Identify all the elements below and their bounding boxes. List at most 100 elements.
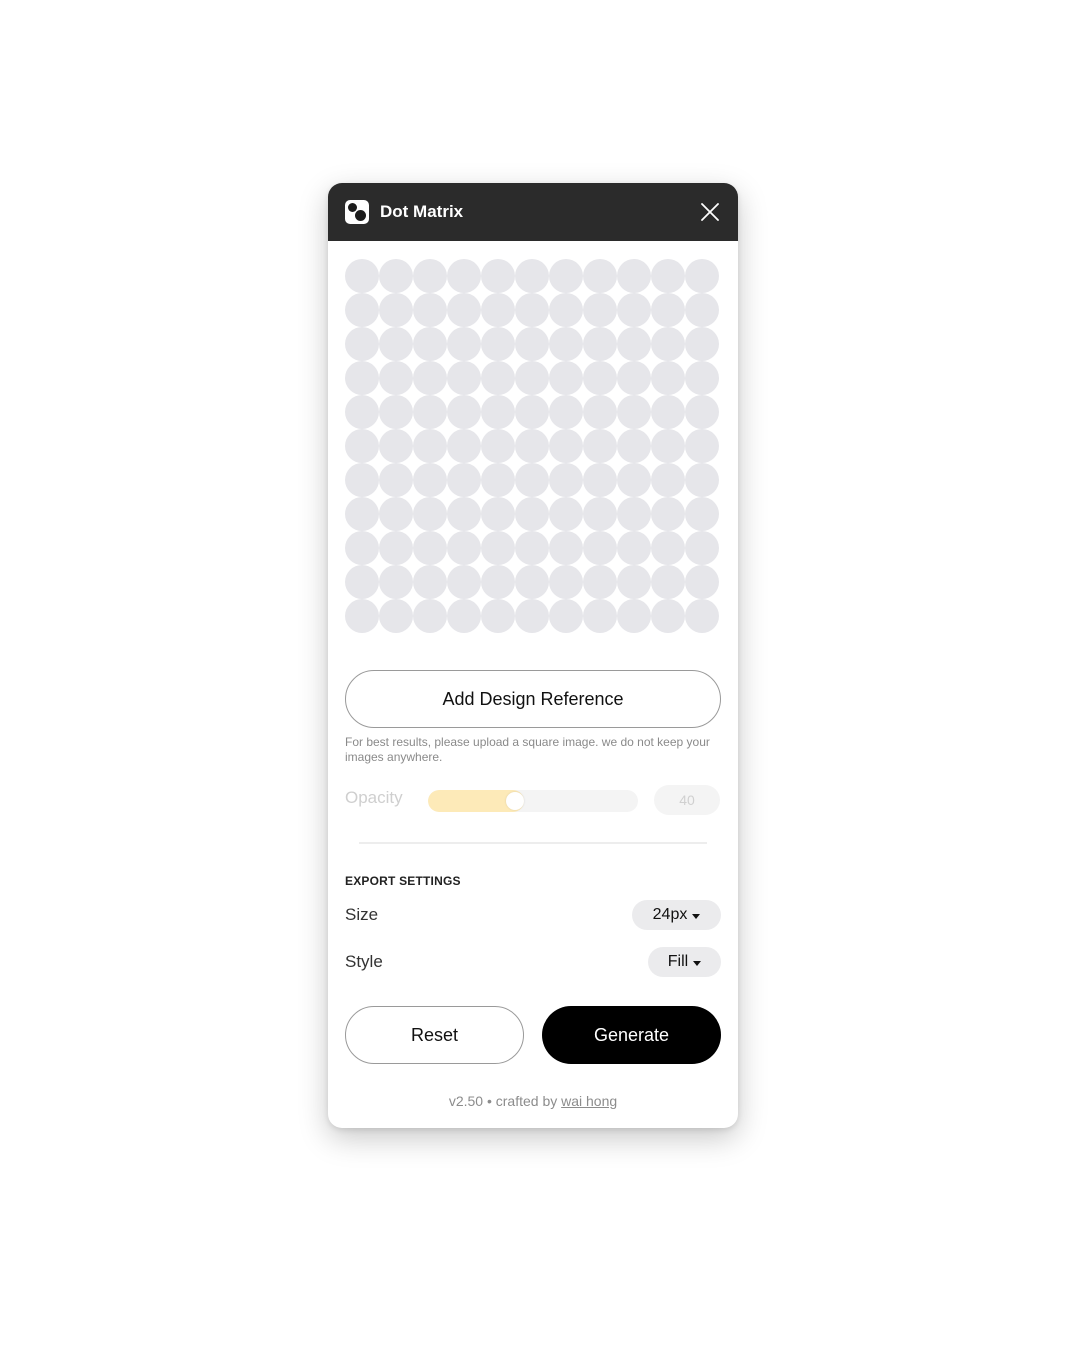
matrix-dot (549, 361, 583, 395)
matrix-dot (481, 327, 515, 361)
footer: v2.50 • crafted by wai hong (328, 1093, 738, 1109)
matrix-dot (345, 361, 379, 395)
style-label: Style (345, 952, 383, 971)
matrix-dot (583, 531, 617, 565)
matrix-dot (549, 429, 583, 463)
matrix-dot (549, 327, 583, 361)
matrix-dot (447, 259, 481, 293)
matrix-dot (685, 429, 719, 463)
matrix-dot (685, 293, 719, 327)
matrix-dot (549, 497, 583, 531)
matrix-dot (345, 531, 379, 565)
matrix-dot (447, 395, 481, 429)
matrix-dot (651, 361, 685, 395)
matrix-dot (515, 429, 549, 463)
matrix-dot (583, 463, 617, 497)
matrix-dot (413, 259, 447, 293)
close-icon (701, 203, 719, 221)
matrix-dot (583, 395, 617, 429)
matrix-dot (549, 531, 583, 565)
matrix-dot (413, 599, 447, 633)
export-settings-heading: EXPORT SETTINGS (345, 874, 461, 888)
matrix-dot (481, 293, 515, 327)
matrix-dot (447, 429, 481, 463)
matrix-dot (651, 429, 685, 463)
matrix-dot (447, 531, 481, 565)
caret-down-icon (693, 960, 702, 966)
matrix-dot (379, 361, 413, 395)
matrix-dot (617, 395, 651, 429)
matrix-dot (515, 599, 549, 633)
matrix-dot (379, 565, 413, 599)
matrix-dot (413, 565, 447, 599)
matrix-dot (345, 463, 379, 497)
matrix-dot (685, 565, 719, 599)
matrix-dot (379, 395, 413, 429)
matrix-dot (583, 327, 617, 361)
matrix-dot (413, 361, 447, 395)
matrix-dot (515, 531, 549, 565)
matrix-dot (583, 565, 617, 599)
matrix-dot (345, 599, 379, 633)
matrix-dot (481, 599, 515, 633)
title-bar: Dot Matrix (328, 183, 738, 241)
opacity-slider[interactable] (428, 790, 638, 812)
matrix-dot (651, 327, 685, 361)
matrix-dot (583, 599, 617, 633)
matrix-dot (549, 259, 583, 293)
matrix-dot (345, 293, 379, 327)
matrix-dot (617, 463, 651, 497)
matrix-dot (583, 361, 617, 395)
matrix-dot (549, 599, 583, 633)
window-title: Dot Matrix (380, 202, 464, 221)
matrix-dot (447, 293, 481, 327)
matrix-dot (447, 463, 481, 497)
matrix-dot (345, 395, 379, 429)
matrix-dot (413, 531, 447, 565)
matrix-dot (481, 497, 515, 531)
matrix-dot (651, 463, 685, 497)
matrix-dot (379, 531, 413, 565)
matrix-dot (685, 599, 719, 633)
matrix-dot (379, 293, 413, 327)
add-design-reference-button[interactable]: Add Design Reference (345, 670, 721, 728)
matrix-dot (447, 327, 481, 361)
matrix-dot (515, 293, 549, 327)
matrix-dot (617, 497, 651, 531)
reset-button[interactable]: Reset (345, 1006, 524, 1064)
matrix-dot (413, 429, 447, 463)
style-dropdown[interactable]: Fill (648, 947, 721, 977)
upload-hint: For best results, please upload a square… (345, 735, 710, 764)
matrix-dot (345, 327, 379, 361)
matrix-dot (651, 531, 685, 565)
matrix-dot (617, 259, 651, 293)
matrix-dot (447, 497, 481, 531)
author-link[interactable]: wai hong (561, 1093, 617, 1109)
matrix-dot (651, 565, 685, 599)
version-credit: v2.50 • crafted by (448, 1093, 558, 1109)
opacity-value-field[interactable]: 40 (654, 785, 720, 815)
generate-button[interactable]: Generate (542, 1006, 721, 1064)
close-button[interactable] (698, 200, 722, 224)
matrix-dot (685, 463, 719, 497)
matrix-dot (651, 599, 685, 633)
matrix-dot (379, 327, 413, 361)
matrix-dot (617, 565, 651, 599)
matrix-dot (617, 599, 651, 633)
matrix-dot (481, 259, 515, 293)
matrix-dot (685, 259, 719, 293)
matrix-dot (481, 395, 515, 429)
matrix-dot (617, 531, 651, 565)
matrix-dot (379, 429, 413, 463)
size-label: Size (345, 905, 379, 924)
size-value: 24px (652, 906, 688, 923)
size-dropdown[interactable]: 24px (632, 900, 721, 930)
opacity-slider-thumb[interactable] (506, 792, 524, 810)
matrix-dot (685, 497, 719, 531)
matrix-dot (345, 259, 379, 293)
matrix-dot (617, 361, 651, 395)
matrix-dot (413, 497, 447, 531)
style-value: Fill (667, 953, 689, 970)
matrix-dot (481, 463, 515, 497)
matrix-dot (617, 293, 651, 327)
